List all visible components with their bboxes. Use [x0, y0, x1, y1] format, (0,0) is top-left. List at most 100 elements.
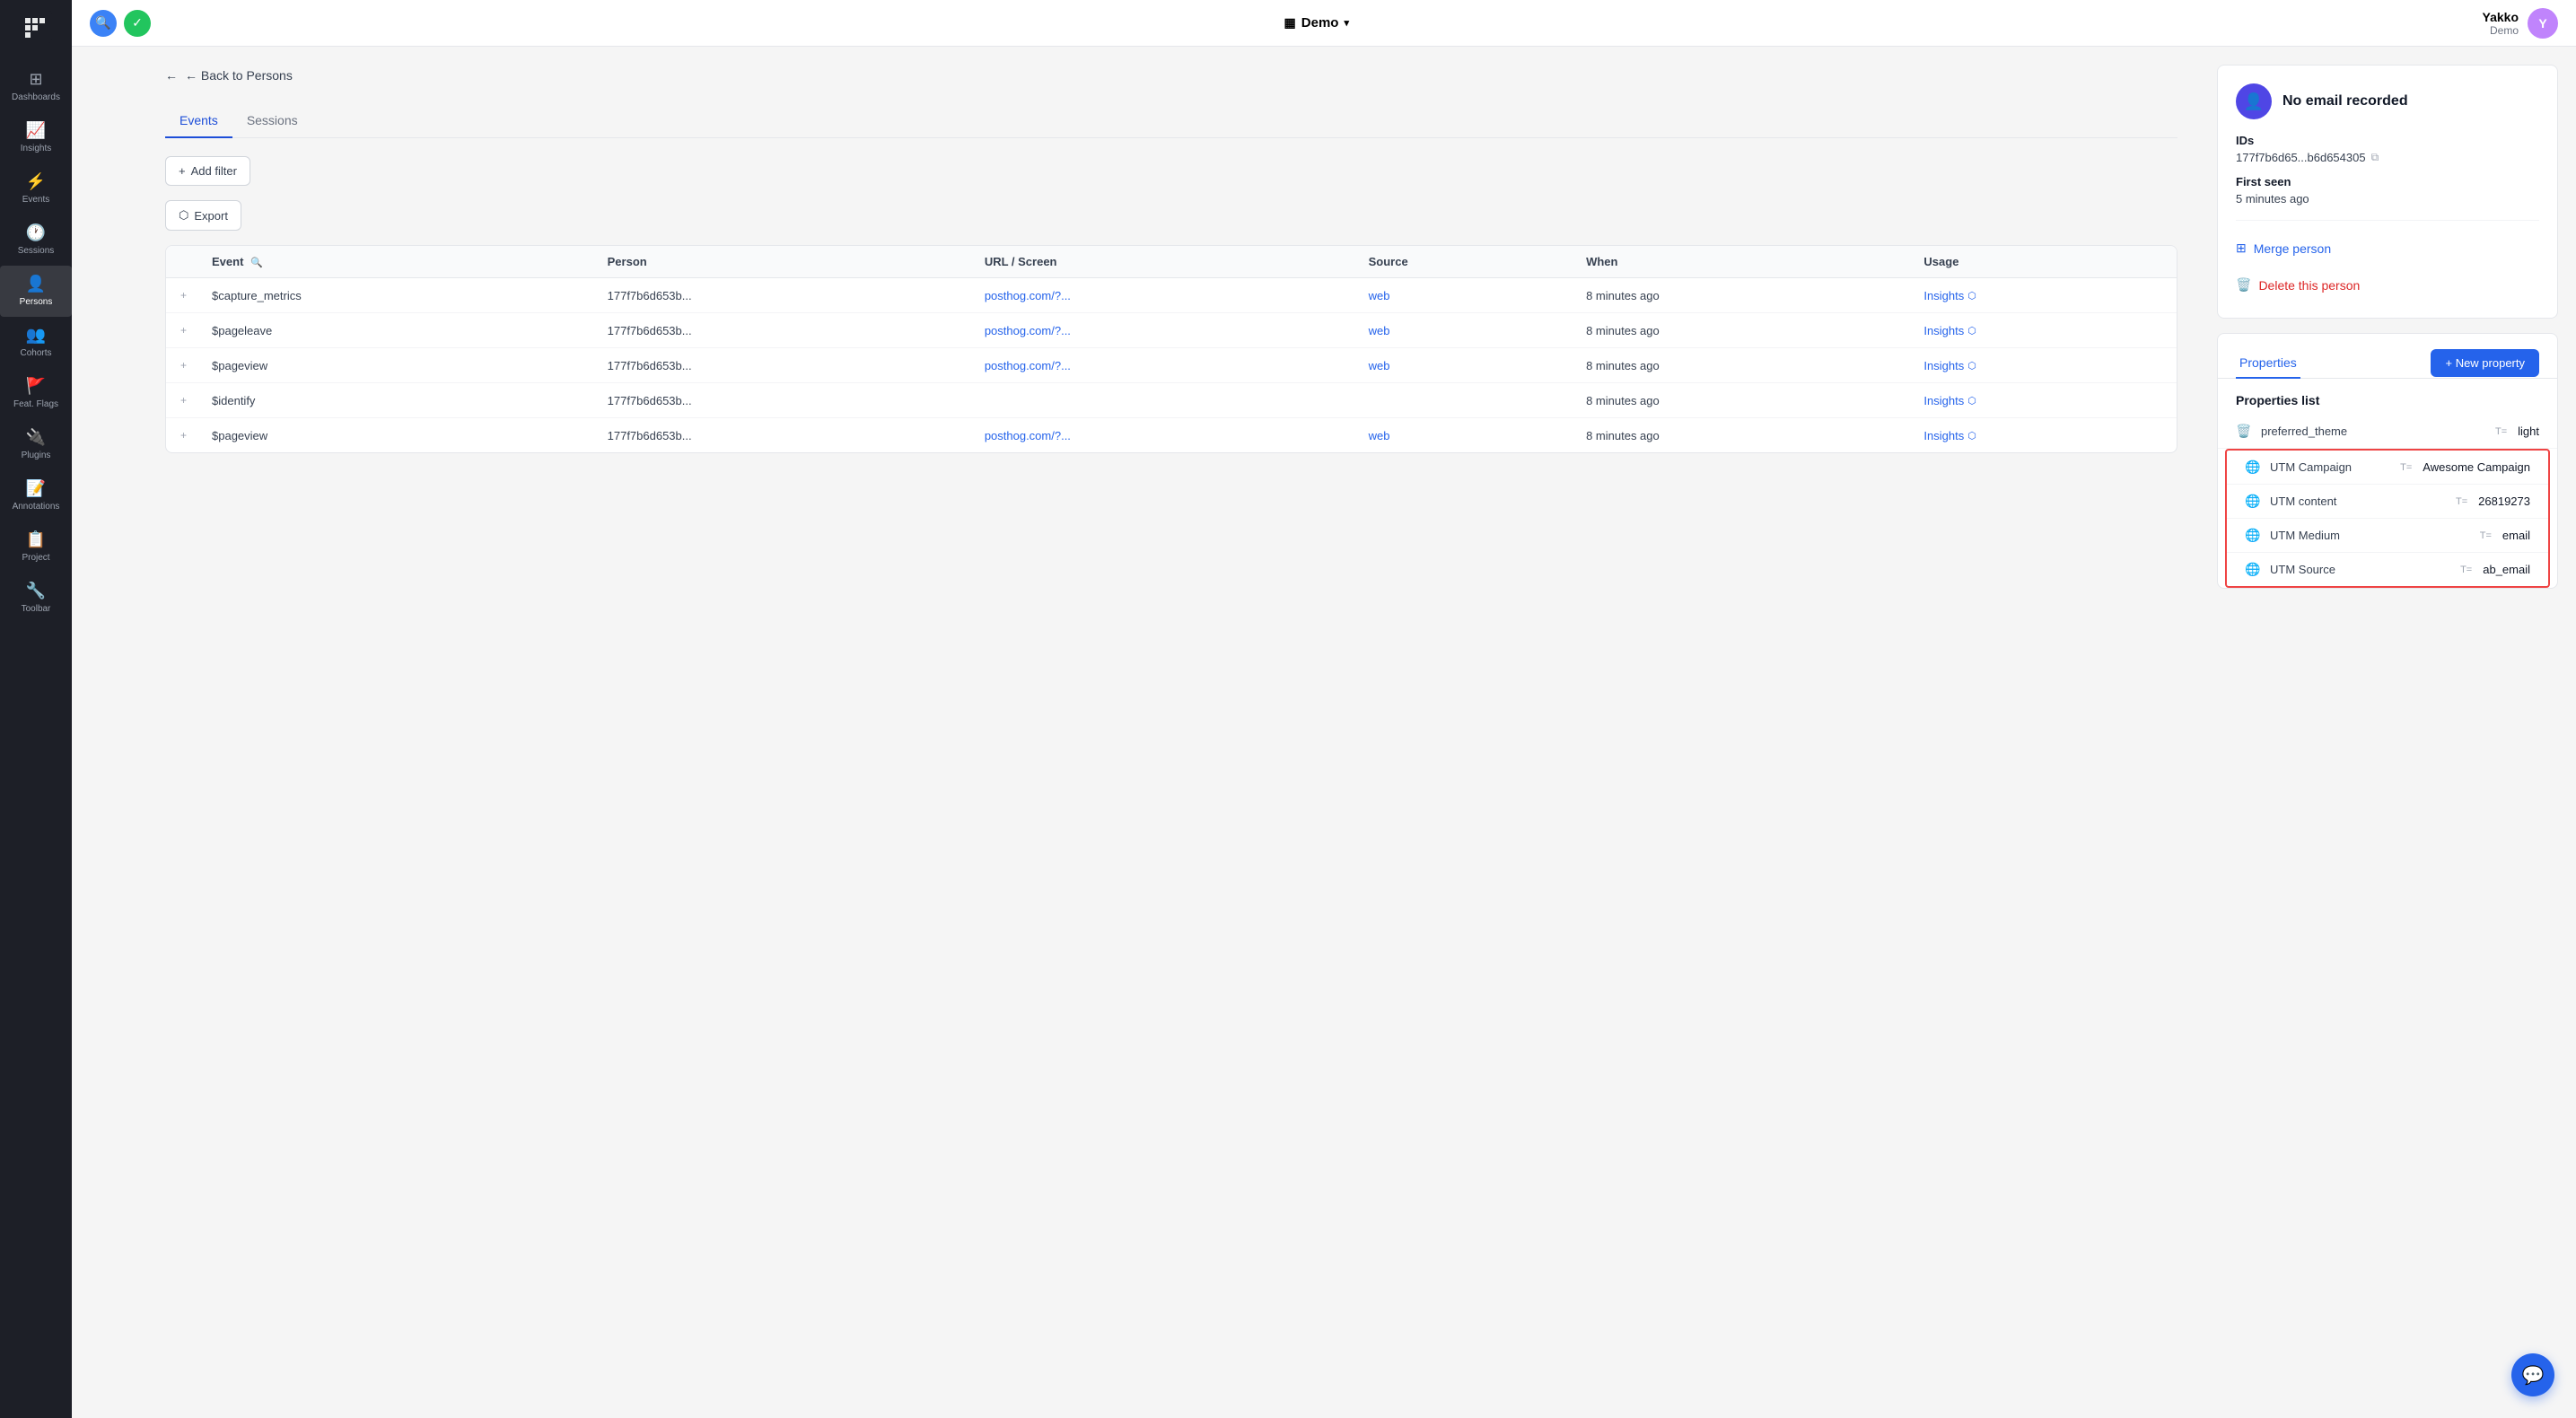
url-link[interactable]: posthog.com/?... [985, 289, 1071, 302]
person-cell: 177f7b6d653b... [597, 383, 974, 418]
property-row[interactable]: 🌐 UTM Campaign T= Awesome Campaign [2227, 451, 2548, 485]
properties-list-header: Properties list [2218, 379, 2557, 415]
expand-row-button[interactable]: + [177, 322, 190, 338]
expand-row-button[interactable]: + [177, 427, 190, 443]
chevron-down-icon: ▾ [1344, 17, 1349, 29]
table-row: +$pageview177f7b6d653b...posthog.com/?..… [166, 418, 2177, 453]
sidebar-item-plugins[interactable]: 🔌 Plugins [0, 419, 72, 470]
user-avatar[interactable]: Y [2528, 8, 2558, 39]
new-property-label: + New property [2445, 356, 2525, 370]
events-toolbar: + Add filter [165, 156, 2177, 186]
expand-row-button[interactable]: + [177, 357, 190, 373]
check-icon: ✓ [132, 15, 143, 31]
property-row[interactable]: 🌐 UTM content T= 26819273 [2227, 485, 2548, 519]
tab-properties[interactable]: Properties [2236, 348, 2300, 379]
source-link[interactable]: web [1369, 359, 1390, 372]
property-row[interactable]: 🌐 UTM Source T= ab_email [2227, 553, 2548, 586]
event-search-icon[interactable]: 🔍 [250, 258, 263, 268]
sidebar-item-events[interactable]: ⚡ Events [0, 163, 72, 214]
export-button[interactable]: ⬡ Export [165, 200, 241, 231]
plugins-icon: 🔌 [26, 428, 46, 447]
sidebar-item-annotations[interactable]: 📝 Annotations [0, 470, 72, 521]
sidebar-label-dashboards: Dashboards [12, 92, 60, 103]
left-panel: ← ← Back to Persons Events Sessions + Ad… [144, 47, 2199, 1418]
insights-icon: 📈 [26, 121, 46, 140]
properties-card: Properties + New property Properties lis… [2217, 333, 2558, 589]
sidebar-item-toolbar[interactable]: 🔧 Toolbar [0, 573, 72, 624]
sidebar-item-persons[interactable]: 👤 Persons [0, 266, 72, 317]
insights-link[interactable]: Insights ⬡ [1923, 394, 2166, 407]
app-logo [16, 7, 56, 47]
chat-icon: 💬 [2522, 1364, 2545, 1387]
status-button[interactable]: ✓ [124, 10, 151, 37]
url-link[interactable]: posthog.com/?... [985, 324, 1071, 337]
insights-link[interactable]: Insights ⬡ [1923, 324, 2166, 337]
merge-icon: ⊞ [2236, 241, 2247, 256]
back-to-persons-link[interactable]: ← ← Back to Persons [165, 68, 2177, 83]
insights-link[interactable]: Insights ⬡ [1923, 359, 2166, 372]
delete-person-button[interactable]: 🗑️ Delete this person [2236, 270, 2539, 300]
source-cell [1358, 383, 1575, 418]
highlighted-properties-group: 🌐 UTM Campaign T= Awesome Campaign 🌐 UTM… [2225, 449, 2550, 588]
merge-person-button[interactable]: ⊞ Merge person [2236, 233, 2539, 263]
url-cell: posthog.com/?... [974, 418, 1358, 453]
prop-value: Awesome Campaign [2423, 460, 2530, 474]
source-link[interactable]: web [1369, 324, 1390, 337]
toolbar-icon: 🔧 [26, 582, 46, 600]
merge-label: Merge person [2254, 241, 2331, 256]
person-meta: IDs 177f7b6d65...b6d654305 ⧉ First seen … [2236, 134, 2539, 206]
when-cell: 8 minutes ago [1575, 313, 1913, 348]
usage-cell: Insights ⬡ [1913, 278, 2177, 313]
expand-row-button[interactable]: + [177, 392, 190, 408]
col-when: When [1575, 246, 1913, 278]
sidebar-label-toolbar: Toolbar [22, 604, 51, 615]
chat-button[interactable]: 💬 [2511, 1353, 2554, 1396]
insights-link[interactable]: Insights ⬡ [1923, 429, 2166, 442]
source-cell: web [1358, 418, 1575, 453]
sidebar-label-sessions: Sessions [18, 246, 55, 257]
source-link[interactable]: web [1369, 429, 1390, 442]
export-icon: ⬡ [179, 208, 188, 223]
copy-id-button[interactable]: ⧉ [2371, 151, 2379, 164]
url-link[interactable]: posthog.com/?... [985, 429, 1071, 442]
first-seen-section: First seen 5 minutes ago [2236, 175, 2539, 206]
property-row[interactable]: 🗑️ preferred_theme T= light [2218, 415, 2557, 449]
property-row[interactable]: 🌐 UTM Medium T= email [2227, 519, 2548, 553]
sidebar: ⊞ Dashboards 📈 Insights ⚡ Events 🕐 Sessi… [0, 0, 72, 1418]
arrow-left-icon: ← [165, 68, 178, 83]
tab-events[interactable]: Events [165, 104, 232, 138]
url-link[interactable]: posthog.com/?... [985, 359, 1071, 372]
prop-name: UTM Campaign [2270, 460, 2393, 474]
new-property-button[interactable]: + New property [2431, 349, 2539, 377]
person-avatar: 👤 [2236, 83, 2272, 119]
project-name: Demo [1301, 15, 1339, 31]
export-label: Export [194, 209, 228, 223]
card-actions: ⊞ Merge person 🗑️ Delete this person [2236, 220, 2539, 300]
sidebar-item-feat-flags[interactable]: 🚩 Feat. Flags [0, 368, 72, 419]
sidebar-label-plugins: Plugins [22, 451, 51, 461]
prop-value: email [2502, 529, 2530, 542]
source-cell: web [1358, 278, 1575, 313]
sidebar-label-events: Events [22, 195, 50, 206]
sidebar-item-sessions[interactable]: 🕐 Sessions [0, 214, 72, 266]
sidebar-item-cohorts[interactable]: 👥 Cohorts [0, 317, 72, 368]
sidebar-item-dashboards[interactable]: ⊞ Dashboards [0, 61, 72, 112]
expand-row-button[interactable]: + [177, 287, 190, 303]
tab-sessions[interactable]: Sessions [232, 104, 312, 138]
project-selector[interactable]: ▦ Demo ▾ [1284, 15, 1349, 31]
prop-name: UTM Medium [2270, 529, 2473, 542]
events-table: Event 🔍 Person URL / Screen Source When … [165, 245, 2177, 453]
person-card: 👤 No email recorded IDs 177f7b6d65...b6d… [2217, 65, 2558, 319]
person-name: No email recorded [2282, 93, 2408, 109]
prop-icon: 🌐 [2245, 562, 2263, 577]
col-event: Event 🔍 [201, 246, 597, 278]
sidebar-item-project[interactable]: 📋 Project [0, 521, 72, 573]
insights-link[interactable]: Insights ⬡ [1923, 289, 2166, 302]
col-usage: Usage [1913, 246, 2177, 278]
search-button[interactable]: 🔍 [90, 10, 117, 37]
source-link[interactable]: web [1369, 289, 1390, 302]
person-cell: 177f7b6d653b... [597, 418, 974, 453]
sidebar-item-insights[interactable]: 📈 Insights [0, 112, 72, 163]
table-row: +$capture_metrics177f7b6d653b...posthog.… [166, 278, 2177, 313]
add-filter-button[interactable]: + Add filter [165, 156, 250, 186]
